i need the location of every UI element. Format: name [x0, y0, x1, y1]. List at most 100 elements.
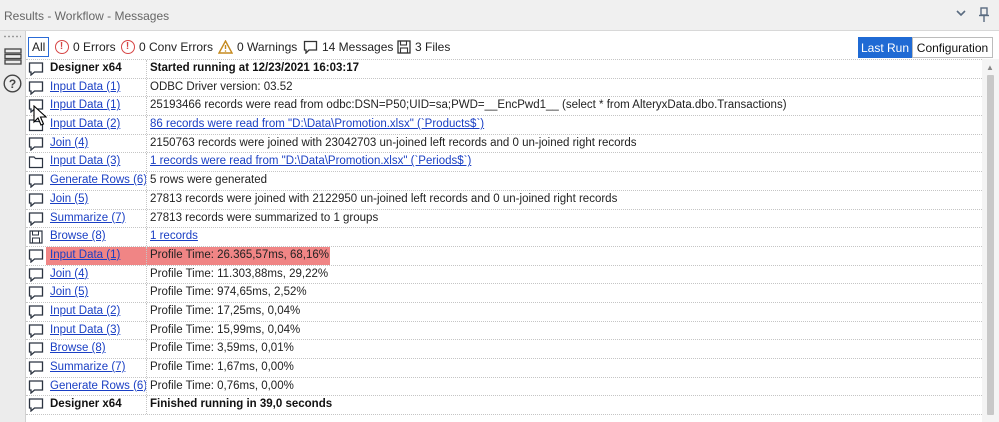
message-text: Profile Time: 974,65ms, 2,52%: [150, 286, 307, 299]
table-row[interactable]: Generate Rows (6) 5 rows were generated: [26, 172, 982, 191]
message-link[interactable]: 1 records: [150, 228, 198, 246]
tool-link[interactable]: Summarize (7): [48, 359, 147, 377]
message-icon: [28, 380, 44, 395]
table-row[interactable]: Input Data (1) ODBC Driver version: 03.52: [26, 78, 982, 98]
table-row[interactable]: Summarize (7) Profile Time: 1,67ms, 0,00%: [26, 359, 982, 378]
mouse-cursor-icon: [33, 105, 47, 126]
message-text: Profile Time: 17,25ms, 0,04%: [150, 304, 301, 317]
message-icon: [303, 40, 318, 55]
filter-conv-errors-label: 0 Conv Errors: [139, 40, 214, 54]
filter-warnings-label: 0 Warnings: [237, 40, 298, 54]
message-icon: [28, 193, 44, 208]
scrollbar-thumb[interactable]: [987, 75, 994, 415]
table-row[interactable]: Input Data (2) 86 records were read from …: [26, 116, 982, 135]
grip-handle[interactable]: [3, 35, 21, 38]
message-text: Started running at 12/23/2021 16:03:17: [150, 62, 360, 74]
message-text: Profile Time: 3,59ms, 0,01%: [150, 342, 294, 355]
conv-error-icon: !: [120, 40, 135, 55]
messages-table: Designer x64 Started running at 12/23/202…: [26, 59, 982, 416]
tool-link[interactable]: Browse (8): [48, 228, 147, 246]
message-icon: [28, 286, 44, 301]
save-icon: [28, 230, 44, 244]
table-row[interactable]: Designer x64 Started running at 12/23/202…: [26, 60, 982, 79]
message-icon: [28, 174, 44, 189]
message-text: Profile Time: 26.365,57ms, 68,16%: [150, 248, 329, 261]
table-row[interactable]: Generate Rows (6) Profile Time: 0,76ms, 0…: [26, 377, 982, 397]
filter-errors-button[interactable]: ! 0 Errors: [54, 37, 116, 57]
message-icon: [28, 361, 44, 376]
message-text: 27813 records were summarized to 1 group…: [150, 211, 379, 224]
configuration-button[interactable]: Configuration: [912, 37, 993, 58]
table-row[interactable]: Input Data (1) Profile Time: 26.365,57ms,…: [26, 246, 982, 266]
message-text: 27813 records were joined with 2122950 u…: [150, 192, 618, 205]
filter-messages-button[interactable]: 14 Messages: [303, 37, 393, 57]
table-row[interactable]: Join (4) 2150763 records were joined with…: [26, 134, 982, 154]
tool-link[interactable]: Input Data (3): [48, 321, 147, 340]
title-bar: Results - Workflow - Messages: [0, 0, 999, 31]
message-link[interactable]: 1 records were read from "D:\Data\Promot…: [150, 153, 471, 171]
tool-link[interactable]: Join (5): [48, 190, 147, 209]
svg-text:?: ?: [9, 77, 16, 91]
table-row[interactable]: Summarize (7) 27813 records were summariz…: [26, 209, 982, 229]
filter-files-label: 3 Files: [415, 40, 451, 54]
tool-name: Designer x64: [48, 396, 147, 415]
filter-all-label: All: [32, 40, 46, 54]
filter-all-button[interactable]: All: [28, 37, 50, 57]
vertical-scrollbar[interactable]: ▲: [982, 59, 999, 422]
warning-icon: [218, 40, 233, 55]
table-row[interactable]: Input Data (3) Profile Time: 15,99ms, 0,0…: [26, 321, 982, 341]
table-row[interactable]: Browse (8) 1 records: [26, 228, 982, 247]
table-row[interactable]: Designer x64 Finished running in 39,0 sec…: [26, 396, 982, 416]
tool-link[interactable]: Input Data (3): [48, 153, 147, 172]
message-icon: [28, 62, 44, 77]
message-icon: [28, 305, 44, 320]
table-row[interactable]: Input Data (3) 1 records were read from "…: [26, 153, 982, 173]
filter-bar: All ! 0 Errors ! 0 Conv Errors 0 Warning…: [26, 36, 999, 58]
tool-link[interactable]: Join (4): [48, 265, 147, 284]
save-icon: [396, 40, 411, 55]
table-row[interactable]: Browse (8) Profile Time: 3,59ms, 0,01%: [26, 340, 982, 359]
filter-files-button[interactable]: 3 Files: [396, 37, 450, 57]
message-text: Profile Time: 15,99ms, 0,04%: [150, 323, 301, 336]
tool-link[interactable]: Input Data (2): [48, 116, 147, 134]
message-icon: [28, 323, 44, 339]
tool-link[interactable]: Input Data (1): [48, 97, 147, 116]
tool-link[interactable]: Input Data (2): [48, 302, 147, 321]
filter-errors-label: 0 Errors: [73, 40, 116, 54]
message-link[interactable]: 86 records were read from "D:\Data\Promo…: [150, 116, 484, 134]
list-view-icon[interactable]: [3, 46, 22, 65]
error-icon: !: [54, 40, 69, 55]
message-icon: [28, 267, 44, 282]
scroll-up-icon[interactable]: ▲: [986, 63, 994, 72]
tool-link[interactable]: Input Data (1): [48, 78, 147, 97]
message-text: ODBC Driver version: 03.52: [150, 80, 293, 93]
filter-warnings-button[interactable]: 0 Warnings: [218, 37, 297, 57]
tool-link[interactable]: Input Data (1): [48, 246, 147, 265]
table-row[interactable]: Input Data (2) Profile Time: 17,25ms, 0,0…: [26, 302, 982, 322]
table-row[interactable]: Join (5) 27813 records were joined with 2…: [26, 190, 982, 210]
table-row[interactable]: Join (5) Profile Time: 974,65ms, 2,52%: [26, 284, 982, 303]
filter-conv-errors-button[interactable]: ! 0 Conv Errors: [120, 37, 213, 57]
message-icon: [28, 81, 44, 96]
left-toolbar: ?: [0, 31, 26, 422]
message-icon: [28, 342, 44, 357]
table-row[interactable]: Input Data (1) 25193466 records were read…: [26, 97, 982, 117]
tool-link[interactable]: Generate Rows (6): [48, 172, 147, 190]
last-run-button[interactable]: Last Run: [858, 37, 912, 58]
tool-link[interactable]: Generate Rows (6): [48, 377, 147, 396]
tool-link[interactable]: Summarize (7): [48, 209, 147, 228]
tool-link[interactable]: Join (4): [48, 134, 147, 153]
chevron-down-icon[interactable]: [955, 7, 967, 23]
window-title: Results - Workflow - Messages: [4, 9, 170, 23]
pin-icon[interactable]: [977, 7, 991, 27]
message-text: Profile Time: 11.303,88ms, 29,22%: [150, 267, 329, 280]
message-text: 5 rows were generated: [150, 174, 267, 187]
message-icon: [28, 398, 44, 413]
tool-link[interactable]: Browse (8): [48, 340, 147, 358]
message-text: Profile Time: 0,76ms, 0,00%: [150, 379, 294, 392]
message-text: 25193466 records were read from odbc:DSN…: [150, 99, 787, 112]
table-row[interactable]: Join (4) Profile Time: 11.303,88ms, 29,22…: [26, 265, 982, 285]
help-icon[interactable]: ?: [3, 74, 22, 93]
message-text: Finished running in 39,0 seconds: [150, 398, 333, 411]
tool-link[interactable]: Join (5): [48, 284, 147, 302]
